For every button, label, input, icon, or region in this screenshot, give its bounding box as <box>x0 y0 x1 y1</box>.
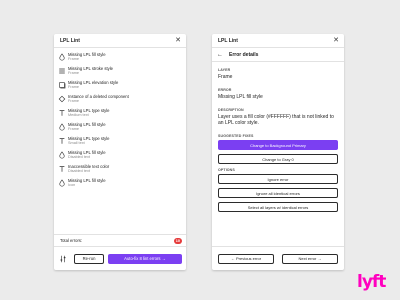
stroke-lines-icon <box>58 67 66 75</box>
lint-panel-list: LPL Lint ✕ Missing LPL fill style Frame M… <box>54 34 186 270</box>
fix-background-primary-button[interactable]: Change to Background Primary <box>218 140 338 150</box>
list-item[interactable]: Missing LPL fill style Disabled text <box>54 150 186 164</box>
error-value: Missing LPL fill style <box>218 94 263 100</box>
item-subtitle: Frame <box>68 71 79 75</box>
lyft-logo: lyft <box>357 272 386 292</box>
item-subtitle: Icon <box>68 183 76 187</box>
lint-panel-details: LPL Lint ✕ ← Error details LAYER Frame E… <box>212 34 344 270</box>
error-list: Missing LPL fill style Frame Missing LPL … <box>54 48 186 192</box>
text-icon <box>58 165 66 173</box>
item-subtitle: Frame <box>68 57 79 61</box>
error-label: ERROR <box>218 88 232 92</box>
item-subtitle: Frame <box>68 127 79 131</box>
ignore-error-button[interactable]: Ignore error <box>218 174 338 184</box>
total-errors-label: Total errors: <box>60 238 83 243</box>
list-item[interactable]: Inaccessible text color Disabled text <box>54 164 186 178</box>
list-item[interactable]: Missing LPL type style Medium text <box>54 108 186 122</box>
item-subtitle: Frame <box>68 85 79 89</box>
panel-title: LPL Lint <box>218 37 238 44</box>
ignore-all-button[interactable]: Ignore all identical errors <box>218 188 338 198</box>
settings-sliders-icon[interactable] <box>58 254 68 264</box>
text-icon <box>58 137 66 145</box>
total-errors-row: Total errors: 10 <box>54 234 186 246</box>
select-all-layers-button[interactable]: Select all layers w/ identical errors <box>218 202 338 212</box>
list-item[interactable]: Missing LPL type style Small text <box>54 136 186 150</box>
back-arrow-icon[interactable]: ← <box>217 52 223 58</box>
drop-icon <box>58 151 66 159</box>
close-icon[interactable]: ✕ <box>175 37 181 44</box>
next-error-button[interactable]: Next error → <box>282 253 338 264</box>
list-item[interactable]: Instance of a deleted component Frame <box>54 94 186 108</box>
square-icon <box>58 81 66 89</box>
error-count-badge: 10 <box>173 237 182 244</box>
layer-value: Frame <box>218 74 233 80</box>
list-item[interactable]: Missing LPL fill style Frame <box>54 122 186 136</box>
drop-icon <box>58 123 66 131</box>
rerun-button[interactable]: Re-run <box>74 253 104 264</box>
error-details-header: ← Error details <box>212 48 344 62</box>
diamond-icon <box>58 95 66 103</box>
item-subtitle: Disabled text <box>68 169 90 173</box>
options-label: OPTIONS <box>218 168 235 172</box>
panel-footer: Re-run Auto-fix 8 lint errors → <box>54 246 186 270</box>
layer-label: LAYER <box>218 68 231 72</box>
panel-header: LPL Lint ✕ <box>54 34 186 48</box>
autofix-button[interactable]: Auto-fix 8 lint errors → <box>108 253 182 264</box>
list-item[interactable]: Missing LPL elevation style Frame <box>54 80 186 94</box>
error-navigation: ← Previous error Next error → <box>212 246 344 270</box>
error-details-body: LAYER Frame ERROR Missing LPL fill style… <box>212 62 344 212</box>
list-item[interactable]: Missing LPL fill style Frame <box>54 52 186 66</box>
item-subtitle: Medium text <box>68 113 89 117</box>
panel-header: LPL Lint ✕ <box>212 34 344 48</box>
item-subtitle: Small text <box>68 141 85 145</box>
suggested-fixes-label: SUGGESTED FIXES <box>218 134 254 138</box>
fix-gray-0-button[interactable]: Change to Gray 0 <box>218 154 338 164</box>
drop-icon <box>58 53 66 61</box>
description-label: DESCRIPTION <box>218 108 244 112</box>
error-details-title: Error details <box>229 51 259 58</box>
close-icon[interactable]: ✕ <box>333 37 339 44</box>
list-item[interactable]: Missing LPL stroke style Frame <box>54 66 186 80</box>
previous-error-button[interactable]: ← Previous error <box>218 253 274 264</box>
panel-title: LPL Lint <box>60 37 80 44</box>
drop-icon <box>58 179 66 187</box>
item-subtitle: Disabled text <box>68 155 90 159</box>
item-subtitle: Frame <box>68 99 79 103</box>
list-item[interactable]: Missing LPL fill style Icon <box>54 178 186 192</box>
description-value: Layer uses a fill color (#FFFFFF) that i… <box>218 114 334 126</box>
text-icon <box>58 109 66 117</box>
